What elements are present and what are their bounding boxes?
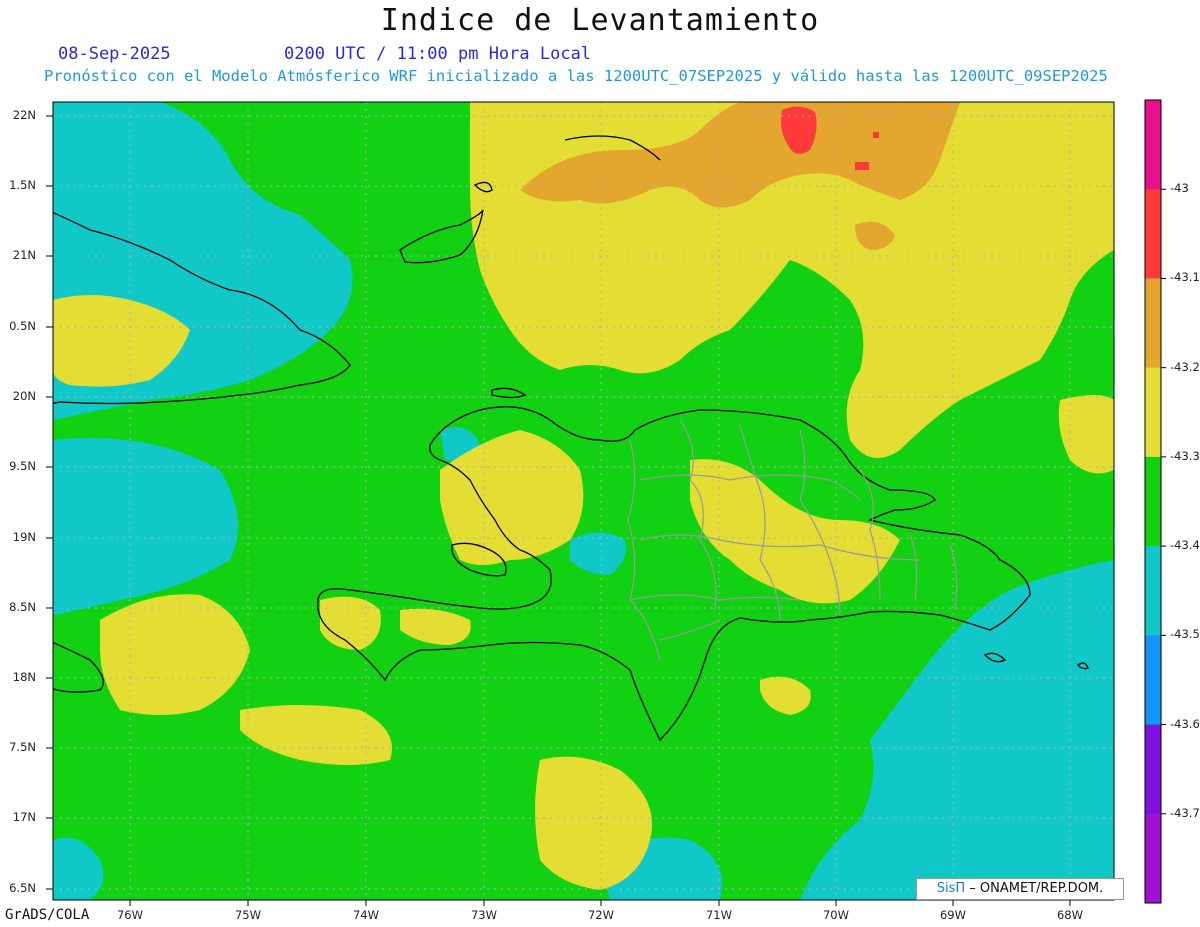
lon-label: 68W	[1056, 908, 1083, 922]
colorbar-label: -43.1	[1170, 270, 1200, 284]
colorbar-label: -43.2	[1170, 360, 1200, 374]
lat-label: 19N	[12, 530, 36, 544]
colorbar-swatch	[1145, 813, 1161, 904]
lon-ticks	[129, 900, 1071, 906]
colorbar-swatch	[1145, 724, 1161, 815]
lat-label: 22N	[12, 108, 36, 122]
field-layer	[53, 102, 1114, 900]
lat-label: 18N	[12, 670, 36, 684]
lat-label: 8.5N	[9, 600, 36, 614]
lat-label: 20N	[12, 389, 36, 403]
colorbar-label: -43.3	[1170, 449, 1200, 463]
lon-label: 70W	[822, 908, 849, 922]
colorbar-swatch	[1145, 546, 1161, 636]
colorbar-label: -43.5	[1170, 627, 1200, 641]
lat-label: 9.5N	[9, 459, 36, 473]
lon-label: 71W	[705, 908, 732, 922]
lat-label: 0.5N	[9, 319, 36, 333]
colorbar-swatch	[1145, 635, 1161, 726]
lat-label: 1.5N	[9, 178, 36, 192]
lat-label: 17N	[12, 810, 36, 824]
red-spot-tiny	[873, 132, 879, 138]
colorbar-label: -43.4	[1170, 538, 1200, 552]
lat-label: 6.5N	[9, 881, 36, 895]
lon-label: 69W	[939, 908, 966, 922]
grads-footer: GrADS/COLA	[5, 907, 90, 923]
red-spot-small	[855, 162, 869, 170]
lat-ticks	[46, 115, 53, 890]
colorbar-swatch	[1145, 278, 1161, 369]
colorbar-swatch	[1145, 456, 1161, 547]
lon-label: 73W	[470, 908, 497, 922]
credit-text: – ONAMET/REP.DOM.	[965, 881, 1104, 896]
lon-label: 76W	[116, 908, 143, 922]
colorbar-swatch	[1145, 367, 1161, 458]
lifted-index-map	[46, 99, 1166, 906]
colorbar-swatch	[1145, 100, 1161, 190]
lon-label: 72W	[587, 908, 614, 922]
colorbar-label: -43.6	[1170, 717, 1200, 731]
lon-label: 75W	[234, 908, 261, 922]
credit-brand: SisΠ	[936, 881, 966, 896]
colorbar-label: -43.7	[1170, 806, 1200, 820]
colorbar-swatch	[1145, 189, 1161, 279]
lat-label: 21N	[12, 248, 36, 262]
lat-label: 7.5N	[9, 740, 36, 754]
colorbar-label: -43	[1170, 181, 1189, 195]
colorbar	[1144, 99, 1166, 904]
lon-label: 74W	[352, 908, 379, 922]
credit-box: SisΠ – ONAMET/REP.DOM.	[916, 878, 1124, 900]
